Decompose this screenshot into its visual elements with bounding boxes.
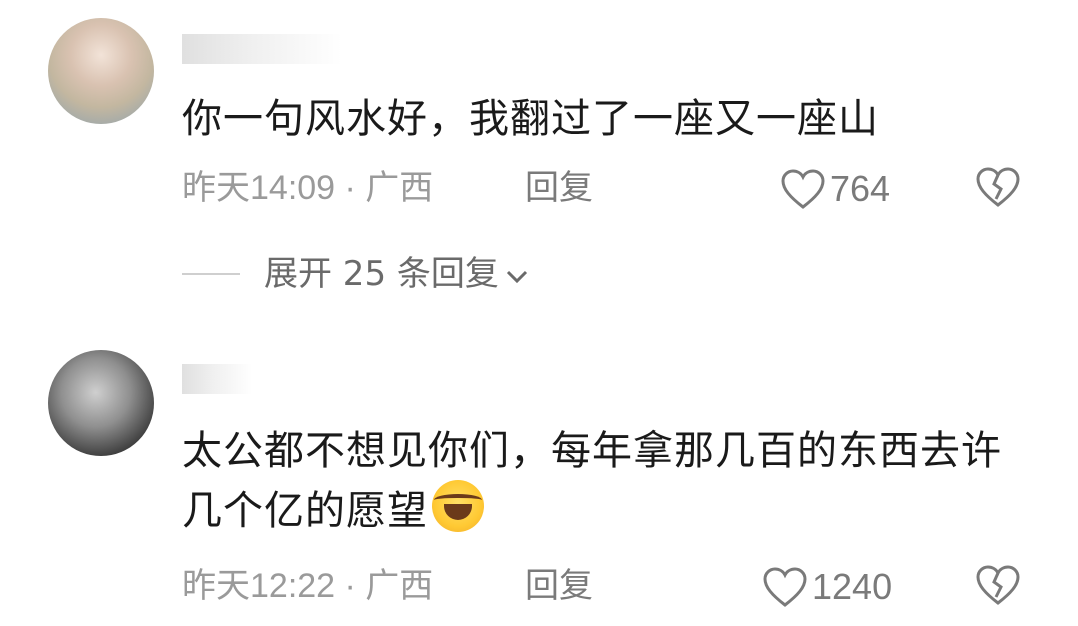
like-count: 764 [830, 168, 891, 209]
like-count: 1240 [812, 566, 893, 607]
heart-icon [762, 566, 808, 608]
reply-button[interactable]: 回复 [525, 566, 593, 606]
expand-replies-button[interactable]: 展开 25 条回复 [182, 252, 529, 296]
comment-meta: 昨天14:09 · 广西 [182, 169, 434, 207]
comment-text: 你一句风水好，我翻过了一座又一座山 [182, 96, 879, 142]
heartbreak-icon[interactable] [975, 564, 1021, 606]
chevron-down-icon [505, 252, 529, 296]
divider [182, 273, 240, 275]
like-button[interactable]: 764 [780, 168, 890, 210]
like-button[interactable]: 1240 [762, 566, 892, 608]
avatar[interactable] [48, 18, 154, 124]
heart-icon [780, 168, 826, 210]
reply-button[interactable]: 回复 [525, 168, 593, 208]
heartbreak-icon[interactable] [975, 166, 1021, 208]
username-redacted[interactable] [182, 34, 342, 64]
expand-replies-label: 展开 25 条回复 [264, 254, 499, 294]
comment-text: 太公都不想见你们，每年拿那几百的东西去许几个亿的愿望 [182, 422, 1002, 540]
laughing-crying-emoji-icon [432, 480, 484, 532]
comment-text-content: 太公都不想见你们，每年拿那几百的东西去许几个亿的愿望 [182, 428, 1002, 534]
username-redacted[interactable] [182, 364, 252, 394]
avatar[interactable] [48, 350, 154, 456]
comment-meta: 昨天12:22 · 广西 [182, 567, 434, 605]
